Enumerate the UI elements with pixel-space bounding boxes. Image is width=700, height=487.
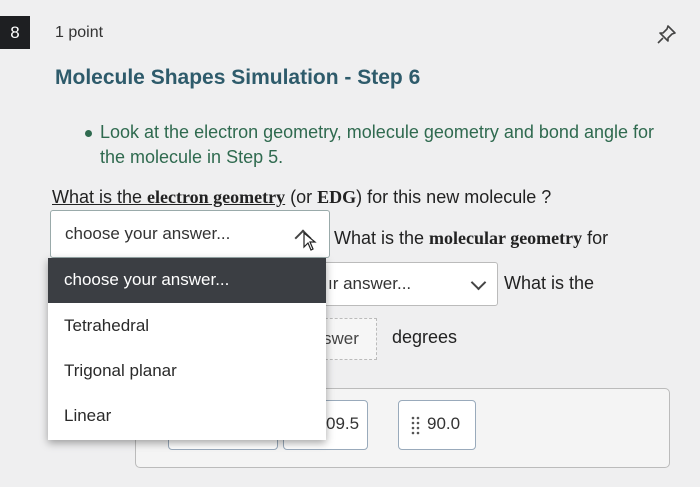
question-number: 8: [0, 16, 30, 49]
degrees-label: degrees: [392, 327, 458, 347]
bullet-dot: [85, 130, 92, 137]
dropdown-option[interactable]: Linear: [48, 394, 326, 439]
question-molecular-geometry: What is the molecular geometry for: [334, 228, 609, 248]
chip-value: 90.0: [427, 414, 461, 433]
drag-handle-icon[interactable]: [411, 415, 421, 435]
question-bond-angle: What is the: [504, 273, 595, 293]
mouse-cursor-icon: [303, 232, 317, 251]
pin-icon[interactable]: [655, 24, 677, 46]
dropdown-option[interactable]: Trigonal planar: [48, 349, 326, 394]
instruction-text: Look at the electron geometry, molecule …: [100, 122, 655, 167]
blank-placeholder: swer: [323, 329, 359, 348]
molecular-geometry-select[interactable]: ır answer...: [315, 262, 498, 306]
select-value: ır answer...: [328, 274, 412, 293]
answer-chip[interactable]: 90.0: [398, 400, 476, 450]
question-points: 1 point: [55, 24, 104, 41]
dropdown-option[interactable]: choose your answer...: [48, 258, 326, 303]
question-electron-geometry: What is the electron geometry (or EDG) f…: [52, 187, 552, 207]
dropdown-option[interactable]: Tetrahedral: [48, 304, 326, 349]
electron-geometry-select[interactable]: choose your answer...: [50, 210, 330, 258]
select-value: choose your answer...: [65, 224, 231, 243]
electron-geometry-dropdown: choose your answer... Tetrahedral Trigon…: [48, 258, 326, 440]
chip-value: 09.5: [326, 414, 360, 433]
page-title: Molecule Shapes Simulation - Step 6: [55, 66, 421, 89]
